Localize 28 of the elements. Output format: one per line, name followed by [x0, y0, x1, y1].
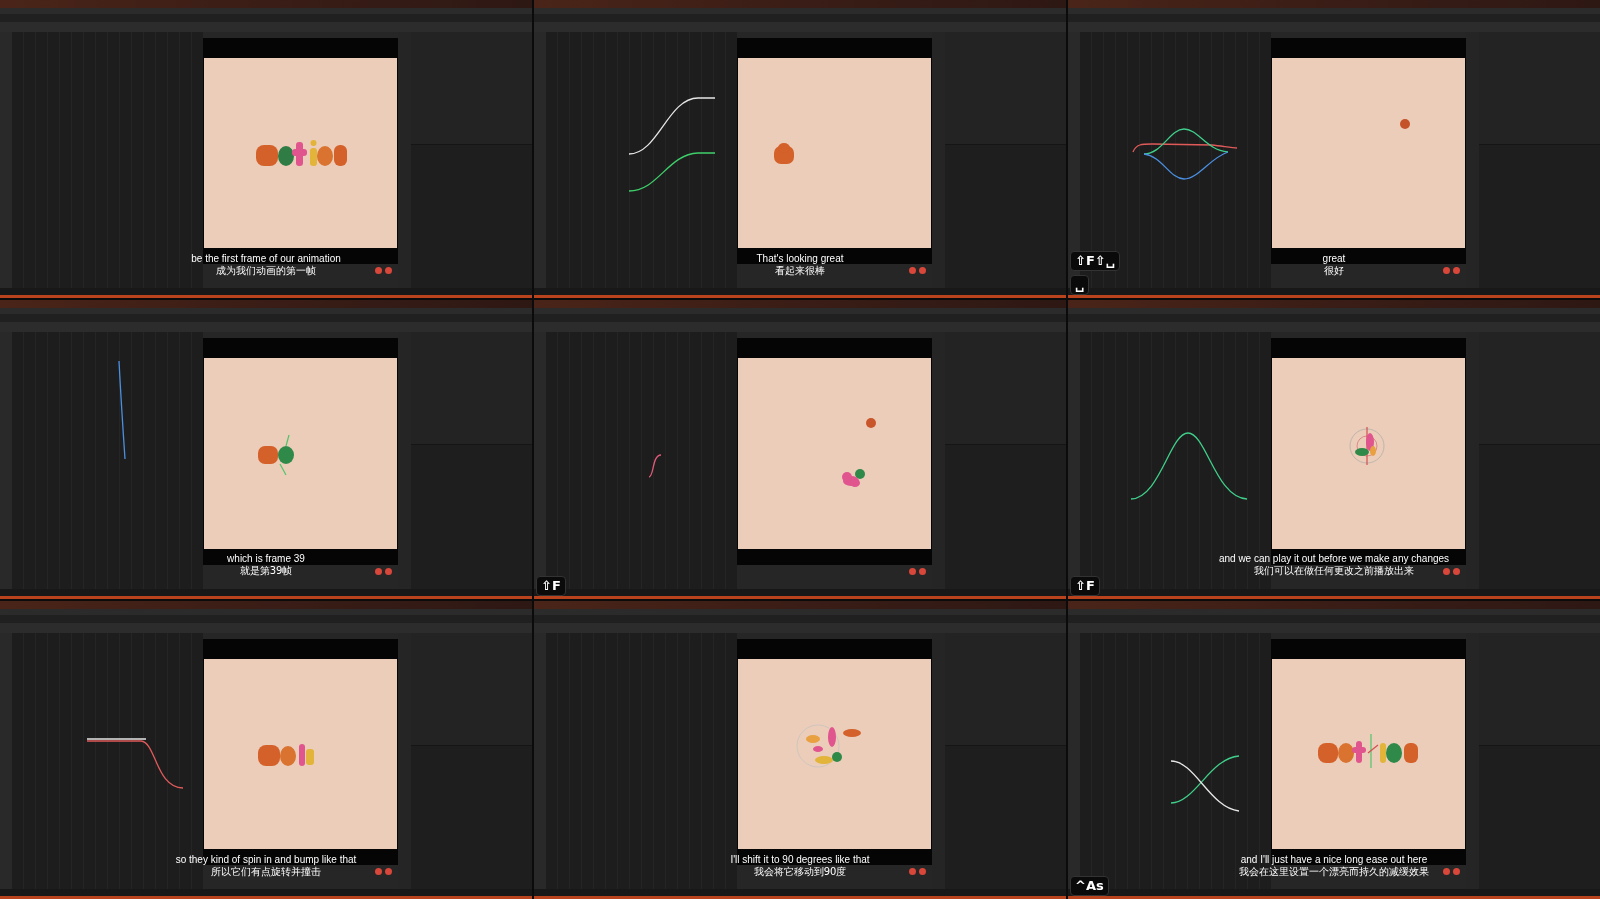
clay-shapes-drawing — [1348, 426, 1386, 467]
subtitle: 成为我们动画的第一帧 — [216, 265, 316, 277]
subtitle: 很好 — [1324, 265, 1344, 277]
subtitle: great — [1322, 253, 1346, 265]
keystroke-overlay: ⇧F — [536, 575, 566, 596]
clay-shapes-drawing — [842, 418, 876, 489]
curve-graph-drawing — [648, 454, 662, 479]
subtitle: 我会在这里设置一个漂亮而持久的减缓效果 — [1239, 865, 1429, 878]
subtitle: I'll shift it to 90 degrees like that — [730, 853, 870, 866]
clay-shapes-drawing — [1400, 119, 1410, 129]
keystroke-overlay: ⇧F — [1070, 575, 1100, 596]
subtitle: 就是第39帧 — [239, 565, 293, 578]
subtitle: which is frame 39 — [227, 553, 305, 565]
subtitle: so they kind of spin in and bump like that — [175, 853, 357, 866]
subtitle: 所以它们有点旋转并撞击 — [211, 865, 321, 878]
subtitle: 我们可以在做任何更改之前播放出来 — [1254, 565, 1414, 578]
subtitle: 我会将它移动到90度 — [753, 865, 847, 878]
clay-shapes-drawing — [774, 142, 794, 164]
clay-shapes-drawing — [796, 722, 862, 769]
subtitle: That's looking great — [756, 253, 844, 265]
curve-graph-drawing — [1170, 752, 1240, 813]
subtitle: be the first frame of our animation — [191, 253, 341, 265]
keystroke-overlay: ^As — [1070, 876, 1109, 896]
keystroke-overlay: ␣ — [1070, 275, 1090, 296]
subtitle: and I'll just have a nice long ease out here — [1240, 853, 1428, 866]
subtitle: and we can play it out before we make any changes — [1218, 553, 1450, 566]
keystroke-overlay: ⇧F⇧␣ — [1070, 251, 1120, 272]
subtitle: 看起来很棒 — [775, 265, 825, 277]
